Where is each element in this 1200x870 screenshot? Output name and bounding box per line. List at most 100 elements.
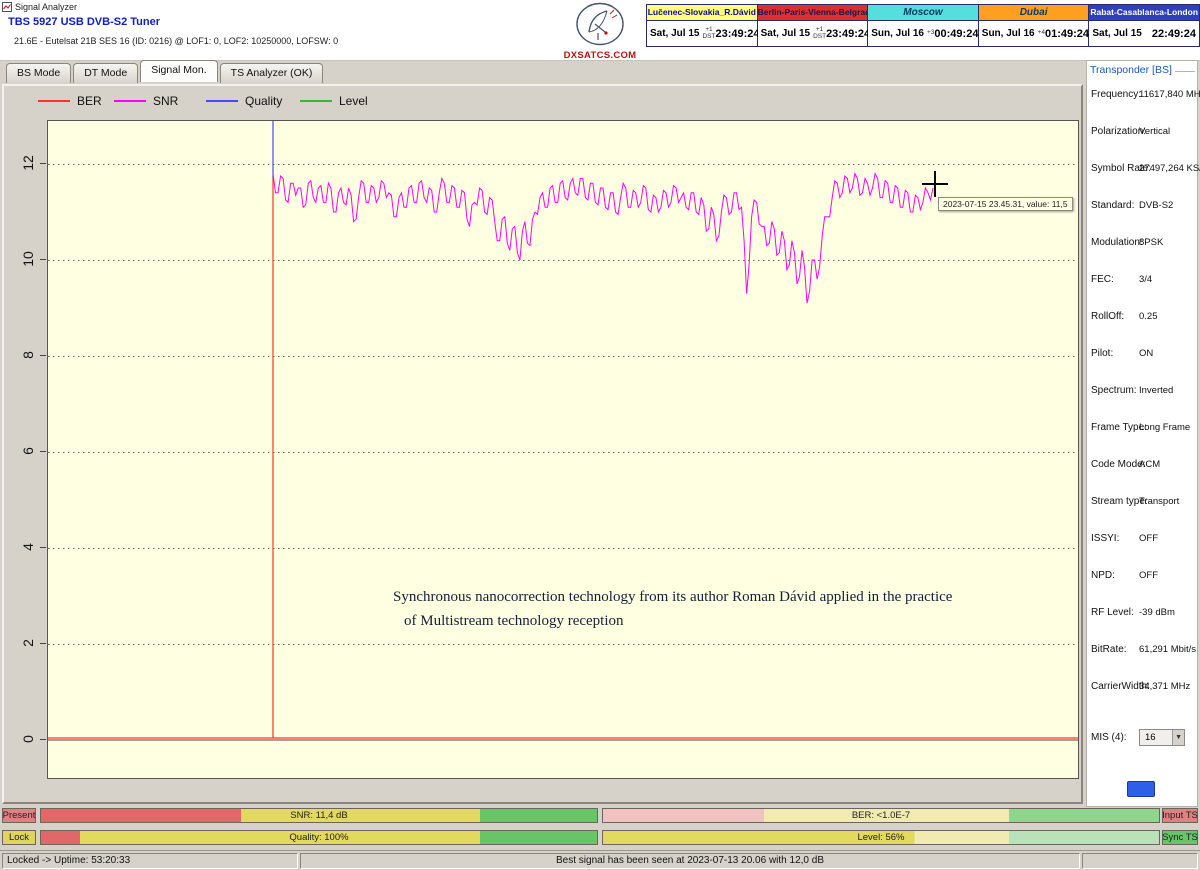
- title-rule: [1175, 71, 1195, 72]
- ber-line-swatch: [38, 100, 70, 102]
- legend-label: SNR: [153, 94, 178, 108]
- world-clocks: Lučenec-Slovakia_R.Dávid Sat, Jul 15 +1D…: [646, 4, 1200, 47]
- transponder-title: Transponder [BS]: [1087, 61, 1197, 76]
- signal-analyzer-window: Signal Analyzer TBS 5927 USB DVB-S2 Tune…: [0, 0, 1200, 870]
- titlebar: Signal Analyzer: [2, 1, 77, 12]
- clock-date: Sun, Jul 16: [871, 28, 924, 39]
- legend-item-ber: BER: [38, 94, 102, 108]
- clock-date: Sat, Jul 15: [1092, 28, 1141, 39]
- legend-item-level: Level: [300, 94, 368, 108]
- tab-ts-analyzer[interactable]: TS Analyzer (OK): [220, 63, 324, 83]
- quality-line-swatch: [206, 100, 238, 102]
- param-row: Stream type:Transport: [1087, 496, 1197, 533]
- meter-row-1: Present SNR: 11,4 dB BER: <1.0E-7 Input …: [0, 808, 1200, 825]
- y-axis-label: 8: [20, 342, 38, 368]
- present-indicator: Present: [2, 808, 36, 823]
- quality-meter: Quality: 100%: [40, 830, 598, 845]
- y-axis-label: 0: [20, 726, 38, 752]
- header: Signal Analyzer TBS 5927 USB DVB-S2 Tune…: [0, 0, 1200, 61]
- snr-meter: SNR: 11,4 dB: [40, 808, 598, 823]
- clock-city-label: Lučenec-Slovakia_R.Dávid: [647, 5, 757, 21]
- statusbar: Locked -> Uptime: 53:20:33 Best signal h…: [0, 850, 1200, 870]
- y-axis-tick: [40, 451, 46, 452]
- param-row: Modulation:8PSK: [1087, 237, 1197, 274]
- clock-date: Sun, Jul 16: [982, 28, 1035, 39]
- param-row: Standard:DVB-S2: [1087, 200, 1197, 237]
- y-axis-tick: [40, 547, 46, 548]
- signal-plot-area[interactable]: Synchronous nanocorrection technology fr…: [47, 120, 1079, 779]
- legend-label: Quality: [245, 94, 282, 108]
- param-row: FEC:3/4: [1087, 274, 1197, 311]
- panel-blue-button[interactable]: [1127, 781, 1155, 797]
- chevron-down-icon: ▼: [1172, 730, 1184, 745]
- mis-label: MIS (4):: [1091, 732, 1127, 743]
- transponder-panel: Transponder [BS] Frequency:11617,840 MHz…: [1086, 60, 1198, 807]
- sync-ts-indicator: Sync TS: [1162, 830, 1198, 845]
- param-row: Symbol Rate:27497,264 KS/s: [1087, 163, 1197, 200]
- clock-london: Rabat-Casablanca-London Sat, Jul 15 22:4…: [1089, 5, 1199, 46]
- clock-time: 01:49:24: [1045, 28, 1089, 40]
- clock-city-label: Moscow: [868, 5, 978, 21]
- clock-time: 23:49:24: [826, 28, 870, 40]
- clock-offset: +1DST: [813, 27, 826, 40]
- clock-dubai: Dubai Sun, Jul 16 +4 01:49:24: [979, 5, 1090, 46]
- clock-city-label: Rabat-Casablanca-London: [1089, 5, 1199, 21]
- clock-city-label: Berlin-Paris-Vienna-Belgrade: [758, 5, 868, 21]
- statusbar-lock-uptime: Locked -> Uptime: 53:20:33: [2, 853, 298, 869]
- cursor-tooltip: 2023-07-15 23.45.31, value: 11,5: [938, 197, 1073, 211]
- statusbar-spacer: [1082, 853, 1198, 869]
- param-row: Polarization:Vertical: [1087, 126, 1197, 163]
- transponder-rows: Frequency:11617,840 MHz Polarization:Ver…: [1087, 89, 1197, 718]
- tab-signal-mon[interactable]: Signal Mon.: [140, 60, 217, 82]
- y-axis-tick: [40, 643, 46, 644]
- y-axis-label: 10: [20, 246, 38, 272]
- chart-panel: BER SNR Quality Level 12 10 8 6 4 2 0: [2, 84, 1083, 804]
- mis-select[interactable]: 16 ▼: [1139, 729, 1185, 746]
- clock-offset: +4: [1038, 30, 1045, 37]
- snr-line-swatch: [114, 100, 146, 102]
- clock-time: 22:49:24: [1152, 28, 1196, 40]
- param-row: Spectrum:Inverted: [1087, 385, 1197, 422]
- clock-date: Sat, Jul 15: [761, 28, 810, 39]
- plot-annotation-line1: Synchronous nanocorrection technology fr…: [393, 589, 952, 606]
- legend-item-snr: SNR: [114, 94, 178, 108]
- level-meter: Level: 56%: [602, 830, 1160, 845]
- app-icon: [2, 2, 12, 12]
- clock-date: Sat, Jul 15: [650, 28, 699, 39]
- signal-trace-svg: [48, 121, 1078, 778]
- y-axis-tick: [40, 259, 46, 260]
- y-axis-label: 4: [20, 534, 38, 560]
- clock-lucenec: Lučenec-Slovakia_R.Dávid Sat, Jul 15 +1D…: [647, 5, 758, 46]
- y-axis-label: 12: [20, 150, 38, 176]
- clock-offset: +3: [927, 30, 934, 37]
- y-axis-label: 6: [20, 438, 38, 464]
- statusbar-best-signal: Best signal has been seen at 2023-07-13 …: [300, 853, 1080, 869]
- input-ts-indicator: Input TS: [1162, 808, 1198, 823]
- param-row: RollOff:0.25: [1087, 311, 1197, 348]
- y-axis-tick: [40, 163, 46, 164]
- legend-label: BER: [77, 94, 102, 108]
- dxsatcs-logo: DXSATCS.COM: [556, 2, 644, 61]
- clock-time: 00:49:24: [934, 28, 978, 40]
- level-line-swatch: [300, 100, 332, 102]
- tab-dt-mode[interactable]: DT Mode: [73, 63, 138, 83]
- param-row: Pilot:ON: [1087, 348, 1197, 385]
- param-row: Frame Type:Long Frame: [1087, 422, 1197, 459]
- clock-moscow: Moscow Sun, Jul 16 +3 00:49:24: [868, 5, 979, 46]
- clock-time: 23:49:24: [715, 28, 759, 40]
- tuner-details: 21.6E - Eutelsat 21B SES 16 (ID: 0216) @…: [14, 36, 338, 46]
- y-axis-label: 2: [20, 630, 38, 656]
- lock-indicator: Lock: [2, 830, 36, 845]
- logo-text: DXSATCS.COM: [556, 50, 644, 61]
- satellite-dish-icon: [574, 2, 626, 48]
- param-row: RF Level:-39 dBm: [1087, 607, 1197, 644]
- tab-bs-mode[interactable]: BS Mode: [6, 63, 71, 83]
- legend-label: Level: [339, 94, 368, 108]
- param-row: Frequency:11617,840 MHz: [1087, 89, 1197, 126]
- clock-berlin: Berlin-Paris-Vienna-Belgrade Sat, Jul 15…: [758, 5, 869, 46]
- chart-legend: BER SNR Quality Level: [4, 94, 1081, 110]
- param-row: ISSYI:OFF: [1087, 533, 1197, 570]
- plot-annotation-line2: of Multistream technology reception: [404, 613, 624, 630]
- window-title: Signal Analyzer: [15, 2, 77, 12]
- cursor-crosshair: [934, 171, 936, 197]
